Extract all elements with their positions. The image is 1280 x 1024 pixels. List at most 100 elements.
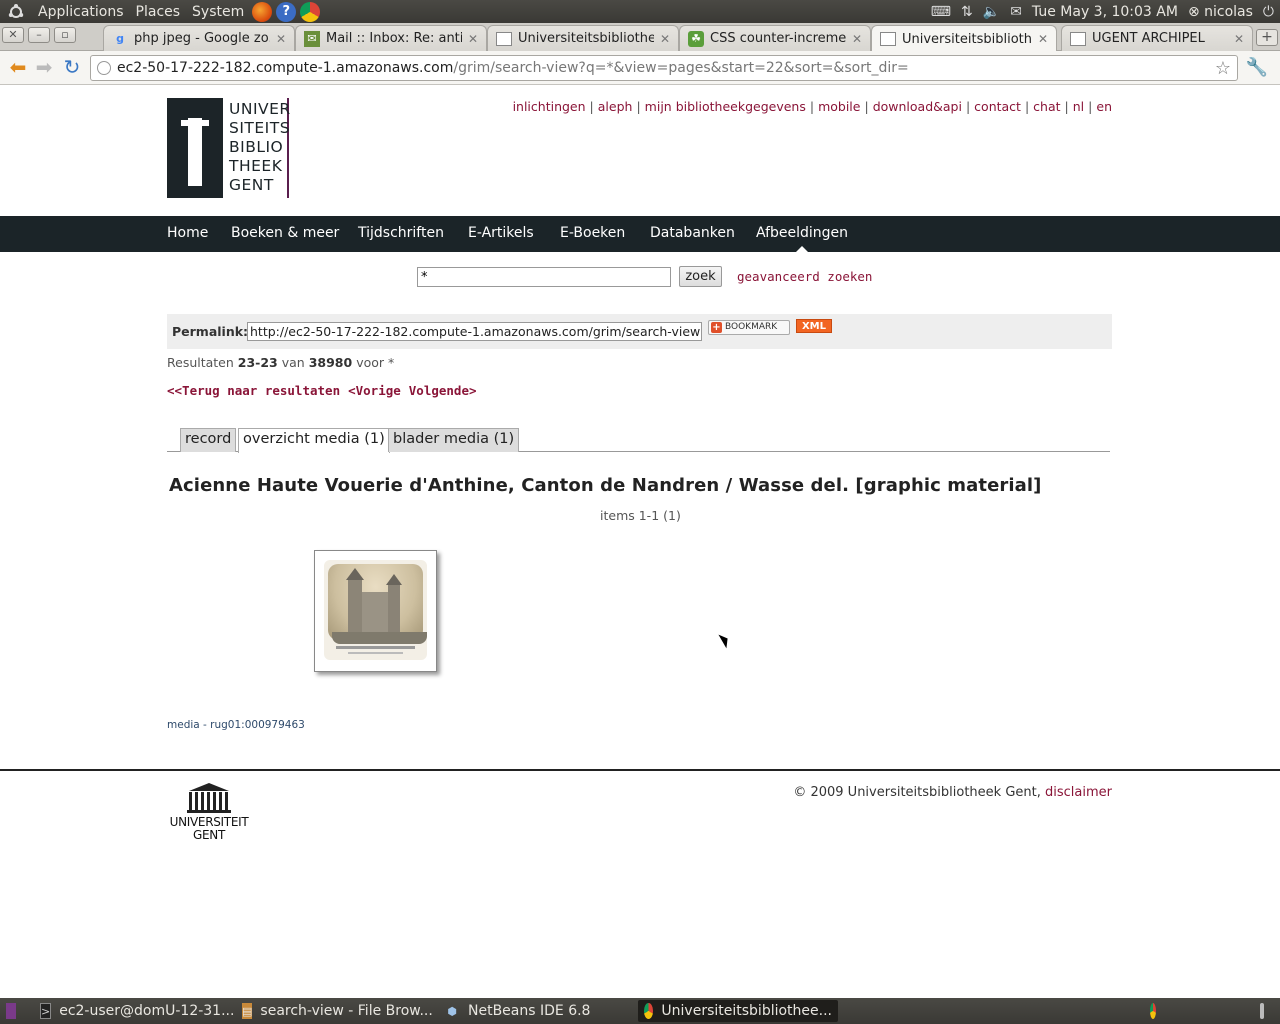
search-input[interactable] bbox=[417, 267, 671, 287]
chrome-icon bbox=[644, 1003, 654, 1019]
page-icon bbox=[880, 32, 896, 46]
back-to-results-link[interactable]: <<Terug naar resultaten bbox=[167, 383, 340, 398]
mail-icon: ✉ bbox=[304, 30, 320, 47]
folder-icon: ▤ bbox=[242, 1003, 253, 1019]
user-name: nicolas bbox=[1204, 3, 1253, 20]
tab-close-icon[interactable]: ✕ bbox=[1038, 32, 1048, 46]
menu-places[interactable]: Places bbox=[130, 4, 187, 20]
bookmark-button[interactable]: + BOOKMARK bbox=[708, 320, 790, 335]
browser-tab[interactable]: UGENT ARCHIPEL ✕ bbox=[1061, 25, 1253, 51]
browser-tab-strip: ✕ – ▫ g php jpeg - Google zo... ✕ ✉ Mail… bbox=[0, 23, 1280, 52]
logo-line: SITEITS bbox=[229, 119, 291, 137]
next-link[interactable]: Volgende> bbox=[409, 383, 477, 398]
panel-clock[interactable]: Tue May 3, 10:03 AM bbox=[1032, 4, 1178, 20]
forward-arrow-icon[interactable]: ➡ bbox=[32, 56, 56, 80]
bookmark-star-icon[interactable]: ☆ bbox=[1215, 57, 1231, 80]
taskbar-label: Universiteitsbibliothee... bbox=[661, 1003, 832, 1019]
link-mobile[interactable]: mobile bbox=[818, 99, 860, 114]
nav-home[interactable]: Home bbox=[167, 225, 208, 241]
trash-icon[interactable] bbox=[1254, 1000, 1278, 1022]
new-tab-button[interactable]: + bbox=[1256, 29, 1278, 46]
castle-engraving-image bbox=[324, 560, 427, 660]
chrome-launcher-icon[interactable] bbox=[300, 1, 321, 22]
ugent-logo[interactable]: UNIVERSITEIT GENT bbox=[167, 783, 251, 845]
firefox-launcher-icon[interactable] bbox=[252, 1, 273, 22]
tab-close-icon[interactable]: ✕ bbox=[660, 32, 670, 46]
nav-tijdschriften[interactable]: Tijdschriften bbox=[358, 225, 444, 241]
browser-tab[interactable]: g php jpeg - Google zo... ✕ bbox=[103, 25, 295, 51]
taskbar-item[interactable]: ▤ search-view - File Brow... bbox=[236, 1000, 436, 1022]
tab-close-icon[interactable]: ✕ bbox=[276, 32, 286, 46]
tab-close-icon[interactable]: ✕ bbox=[1234, 32, 1244, 46]
help-launcher-icon[interactable]: ? bbox=[276, 1, 297, 22]
volume-icon[interactable]: 🔈 bbox=[983, 4, 1000, 20]
tab-record[interactable]: record bbox=[180, 428, 237, 452]
previous-link[interactable]: <Vorige bbox=[348, 383, 401, 398]
reload-icon[interactable]: ↻ bbox=[60, 56, 84, 80]
logo-column-block bbox=[167, 98, 223, 198]
link-nl[interactable]: nl bbox=[1073, 99, 1084, 114]
nav-boeken-en-meer[interactable]: Boeken & meer bbox=[231, 225, 339, 241]
link-aleph[interactable]: aleph bbox=[598, 99, 633, 114]
logo-base-icon bbox=[187, 810, 231, 813]
link-en[interactable]: en bbox=[1096, 99, 1112, 114]
browser-tab[interactable]: ✉ Mail :: Inbox: Re: anti... ✕ bbox=[295, 25, 487, 51]
separator: | bbox=[809, 99, 815, 114]
web-page: UNIVER SITEITS BIBLIO THEEK GENT inlicht… bbox=[0, 86, 1280, 998]
wrench-menu-icon[interactable]: 🔧 bbox=[1246, 57, 1268, 78]
window-maximize-button[interactable]: ▫ bbox=[54, 27, 76, 43]
page-info-icon[interactable] bbox=[97, 61, 111, 75]
window-close-button[interactable]: ✕ bbox=[2, 27, 24, 43]
workspace-chrome-icon[interactable] bbox=[1144, 1000, 1170, 1022]
ubuntu-logo-icon[interactable] bbox=[6, 2, 26, 22]
power-icon[interactable]: ⏻ bbox=[1263, 4, 1274, 20]
ugent-library-logo[interactable]: UNIVER SITEITS BIBLIO THEEK GENT bbox=[167, 98, 291, 198]
taskbar-item[interactable]: ⬢ NetBeans IDE 6.8 bbox=[438, 1000, 638, 1022]
xml-export-button[interactable]: XML bbox=[796, 319, 832, 333]
taskbar-item-active[interactable]: Universiteitsbibliothee... bbox=[638, 1000, 838, 1022]
back-arrow-icon[interactable]: ⬅ bbox=[6, 56, 30, 80]
browser-tab[interactable]: Universiteitsbibliothe... ✕ bbox=[487, 25, 679, 51]
taskbar-item[interactable]: > ec2-user@domU-12-31... bbox=[34, 1000, 234, 1022]
link-download-api[interactable]: download&api bbox=[873, 99, 962, 114]
link-contact[interactable]: contact bbox=[974, 99, 1021, 114]
nav-e-boeken[interactable]: E-Boeken bbox=[560, 225, 625, 241]
tab-close-icon[interactable]: ✕ bbox=[852, 32, 862, 46]
link-chat[interactable]: chat bbox=[1033, 99, 1060, 114]
link-inlichtingen[interactable]: inlichtingen bbox=[513, 99, 586, 114]
results-total: 38980 bbox=[308, 355, 353, 370]
show-desktop-button[interactable] bbox=[0, 1000, 30, 1022]
tab-label: Mail :: Inbox: Re: anti... bbox=[326, 31, 462, 46]
browser-tab[interactable]: ☘ CSS counter-increme... ✕ bbox=[679, 25, 871, 51]
network-icon[interactable]: ⇅ bbox=[961, 4, 973, 20]
advanced-search-link[interactable]: geavanceerd zoeken bbox=[737, 269, 872, 284]
tab-overzicht-media[interactable]: overzicht media (1) bbox=[238, 428, 390, 453]
desktop-icon bbox=[6, 1003, 16, 1019]
engraving-background bbox=[328, 564, 427, 644]
mail-indicator-icon[interactable]: ✉ bbox=[1010, 4, 1022, 20]
user-status-icon: ⊗ bbox=[1187, 3, 1205, 20]
nav-databanken[interactable]: Databanken bbox=[650, 225, 735, 241]
window-minimize-button[interactable]: – bbox=[28, 27, 50, 43]
user-switcher[interactable]: ⊗ nicolas bbox=[1188, 4, 1253, 20]
menu-applications[interactable]: Applications bbox=[32, 4, 130, 20]
results-query: voor * bbox=[356, 355, 395, 370]
tab-label: CSS counter-increme... bbox=[710, 31, 846, 46]
taskbar-label: ec2-user@domU-12-31... bbox=[59, 1003, 234, 1019]
search-button[interactable]: zoek bbox=[679, 266, 722, 287]
address-bar[interactable]: ec2-50-17-222-182.compute-1.amazonaws.co… bbox=[90, 55, 1238, 81]
logo-columns-icon bbox=[189, 792, 229, 810]
tab-blader-media[interactable]: blader media (1) bbox=[388, 428, 520, 452]
tab-close-icon[interactable]: ✕ bbox=[468, 32, 478, 46]
link-mijn-bibliotheekgegevens[interactable]: mijn bibliotheekgegevens bbox=[645, 99, 806, 114]
menu-system[interactable]: System bbox=[186, 4, 250, 20]
browser-tab-active[interactable]: Universiteitsbibliothe... ✕ bbox=[871, 25, 1057, 52]
nav-afbeeldingen[interactable]: Afbeeldingen bbox=[756, 225, 848, 241]
permalink-field[interactable]: http://ec2-50-17-222-182.compute-1.amazo… bbox=[247, 322, 702, 341]
tab-label: Universiteitsbibliothe... bbox=[518, 31, 654, 46]
separator: | bbox=[636, 99, 641, 114]
nav-e-artikels[interactable]: E-Artikels bbox=[468, 225, 534, 241]
media-thumbnail[interactable] bbox=[314, 550, 437, 672]
disclaimer-link[interactable]: disclaimer bbox=[1045, 785, 1112, 800]
keyboard-indicator-icon[interactable]: ⌨ bbox=[931, 4, 951, 20]
